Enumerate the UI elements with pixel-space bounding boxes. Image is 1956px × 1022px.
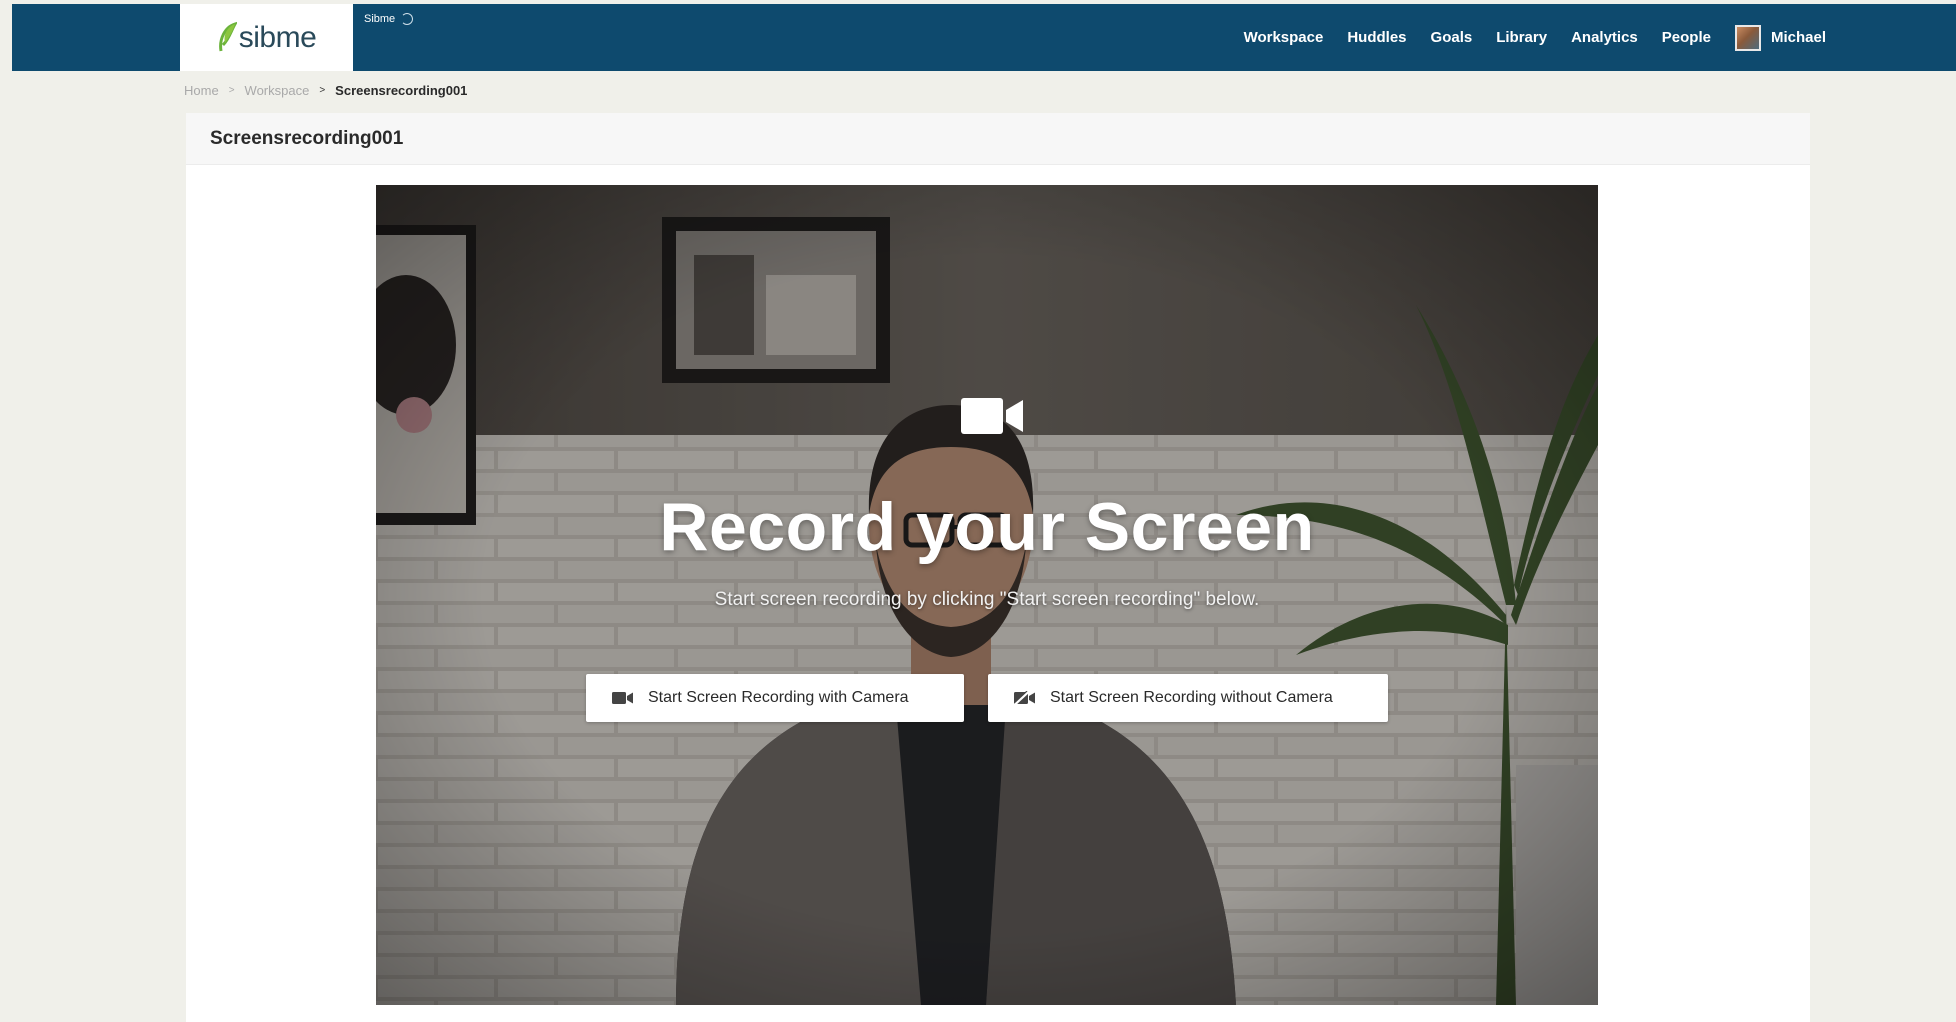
top-navbar: sibme Sibme Workspace Huddles Goals Libr…	[12, 4, 1956, 71]
start-recording-without-camera-button[interactable]: Start Screen Recording without Camera	[988, 674, 1388, 722]
breadcrumb: Home > Workspace > Screensrecording001	[184, 83, 467, 98]
avatar	[1734, 24, 1761, 51]
user-menu[interactable]: Michael	[1723, 24, 1826, 51]
page-title: Screensrecording001	[210, 127, 404, 149]
nav-item-library[interactable]: Library	[1484, 29, 1559, 46]
start-recording-with-camera-button[interactable]: Start Screen Recording with Camera	[586, 674, 964, 722]
app-window: sibme Sibme Workspace Huddles Goals Libr…	[0, 0, 1956, 1022]
video-camera-icon	[612, 692, 633, 704]
nav-item-people[interactable]: People	[1650, 29, 1723, 46]
nav-item-huddles[interactable]: Huddles	[1335, 29, 1418, 46]
breadcrumb-workspace[interactable]: Workspace	[245, 83, 310, 98]
main-card: Screensrecording001 Record your Screen S…	[186, 113, 1810, 1022]
sibme-logo: sibme	[217, 21, 317, 55]
hero-title: Record your Screen	[659, 489, 1315, 565]
video-camera-off-icon	[1014, 691, 1035, 705]
account-switcher[interactable]: Sibme	[364, 13, 414, 25]
breadcrumb-separator-icon: >	[228, 85, 235, 96]
hero-content: Record your Screen Start screen recordin…	[376, 185, 1598, 1005]
account-name: Sibme	[364, 13, 396, 25]
breadcrumb-home[interactable]: Home	[184, 83, 219, 98]
without-camera-label: Start Screen Recording without Camera	[1050, 689, 1333, 706]
leaf-icon	[218, 21, 237, 51]
record-screen-hero: Record your Screen Start screen recordin…	[376, 185, 1598, 1005]
with-camera-label: Start Screen Recording with Camera	[648, 689, 909, 706]
user-name: Michael	[1770, 29, 1826, 46]
nav-item-analytics[interactable]: Analytics	[1559, 29, 1650, 46]
video-camera-icon	[961, 398, 1023, 434]
nav-item-workspace[interactable]: Workspace	[1232, 29, 1336, 46]
hero-subtitle: Start screen recording by clicking "Star…	[714, 589, 1260, 610]
logo-text: sibme	[238, 20, 317, 54]
card-header: Screensrecording001	[186, 113, 1810, 165]
main-nav: Workspace Huddles Goals Library Analytic…	[1232, 4, 1826, 71]
breadcrumb-separator-icon: >	[319, 85, 326, 96]
breadcrumb-current: Screensrecording001	[335, 83, 468, 98]
logo-container[interactable]: sibme	[180, 4, 353, 71]
nav-item-goals[interactable]: Goals	[1419, 29, 1485, 46]
sync-icon[interactable]	[401, 13, 414, 25]
